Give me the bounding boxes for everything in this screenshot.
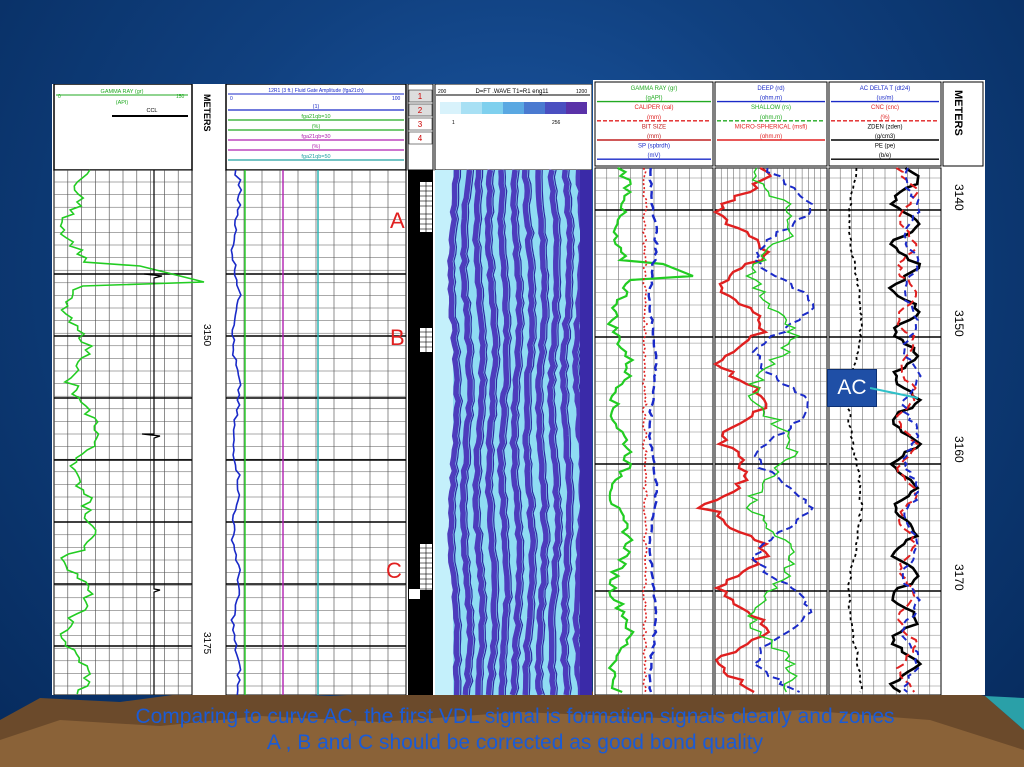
quality-scale-label: 4 <box>418 134 423 143</box>
zone-marker-c: C <box>386 558 402 583</box>
vdl-min: 200 <box>438 89 447 95</box>
quality-scale-label: 2 <box>418 106 423 115</box>
amplitude-header-row: (%) <box>312 124 321 130</box>
ccl-label: CCL <box>146 108 157 114</box>
depth-label-right: 3150 <box>952 310 966 337</box>
depth-3150-left: 3150 <box>201 324 212 347</box>
amplitude-min: 0 <box>230 96 233 102</box>
track-header-line: (b/e) <box>879 153 891 159</box>
vdl-header: D=FT .WAVE T1=R1 eng11 <box>475 89 549 95</box>
track-header-line: (ohm.m) <box>760 115 782 121</box>
amplitude-header-row: fga21qb=10 <box>301 114 330 120</box>
gamma-unit: (API) <box>116 100 129 106</box>
amplitude-header-row: fga21qb=50 <box>301 154 330 160</box>
cement-bond-log: GAMMA RAY (gr) 0 150 (API) CCL METERS 12… <box>53 84 592 695</box>
amplitude-header-row: (1) <box>313 104 320 110</box>
zone-marker-a: A <box>390 208 405 233</box>
quality-scale-label: 3 <box>418 120 423 129</box>
track-header-line: PE (pe) <box>875 144 895 150</box>
track-header-line: BIT SIZE <box>642 124 666 130</box>
track-header-line: (mm) <box>647 115 661 121</box>
track-header-line: (ohm.m) <box>760 134 782 140</box>
ac-callout-pointer <box>870 387 919 399</box>
amplitude-max: 100 <box>392 96 401 102</box>
vdl-scale-high: 256 <box>552 120 561 126</box>
quality-scale-label: 1 <box>418 92 423 101</box>
track-header-line: (gAPI) <box>645 96 662 102</box>
vdl-scale-low: 1 <box>452 120 455 126</box>
zone-marker-b: B <box>390 325 405 350</box>
amplitude-header-row: fga21qb=30 <box>301 134 330 140</box>
track-header-line: (mV) <box>648 153 661 159</box>
track-header-line: SHALLOW (rs) <box>751 105 791 111</box>
track-header-line: (us/m) <box>877 96 894 102</box>
track-header-line: (g/cm3) <box>875 134 895 140</box>
depth-3175-left: 3175 <box>201 632 212 655</box>
track-header-line: (ohm.m) <box>760 96 782 102</box>
depth-label-right: 3140 <box>952 184 966 211</box>
track-header-line: (mm) <box>647 134 661 140</box>
track-header-line: AC DELTA T (dt24) <box>860 86 911 92</box>
vdl-max: 1200 <box>576 89 587 95</box>
gamma-header: GAMMA RAY (gr) <box>101 89 144 95</box>
amplitude-header-row: (%) <box>312 144 321 150</box>
track-header-line: ZDEN (zden) <box>867 124 902 130</box>
track-header-line: MICRO-SPHERICAL (msfl) <box>735 124 807 130</box>
track-header-line: SP (spbrdh) <box>638 144 670 150</box>
track-header-line: CALIPER (cal) <box>634 105 673 111</box>
track-header-line: CNC (cnc) <box>871 105 899 111</box>
amplitude-header: 12R1 (3 ft.) Fluid Gate Amplitude (fga21… <box>268 88 364 94</box>
depth-label-right: 3170 <box>952 564 966 591</box>
cement-bond-log-panel: GAMMA RAY (gr) 0 150 (API) CCL METERS 12… <box>52 84 592 695</box>
track-header-line: (%) <box>880 115 889 121</box>
track-header-line: DEEP (rd) <box>757 86 784 92</box>
depth-header-right: METERS <box>952 90 964 136</box>
slide: { "colors": { "background": "#10407f", "… <box>0 0 1024 767</box>
caption: Comparing to curve AC, the first VDL sig… <box>135 705 895 754</box>
depth-header-left: METERS <box>202 94 212 132</box>
track-header-line: GAMMA RAY (gr) <box>631 86 678 92</box>
depth-label-right: 3160 <box>952 436 966 463</box>
